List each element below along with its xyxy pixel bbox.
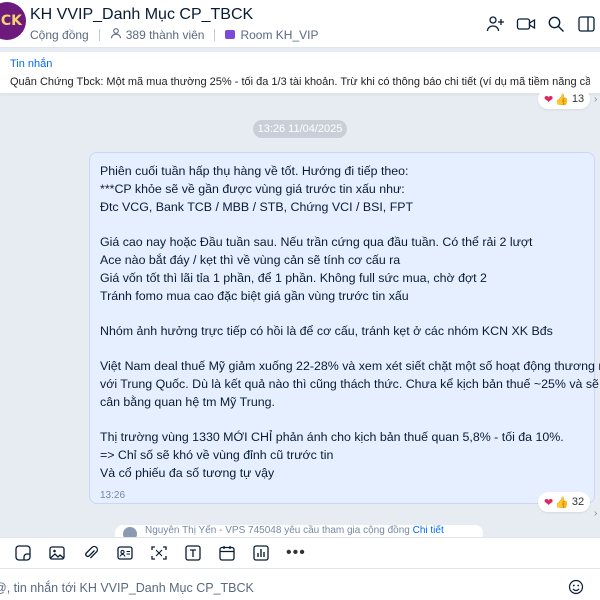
community-label: Cộng đồng — [30, 27, 89, 42]
user-icon — [110, 27, 122, 42]
group-avatar[interactable]: BCK — [0, 2, 26, 40]
message-line: Tránh fomo mua cao đặc biệt giá gần vùng… — [100, 289, 409, 303]
reminder-icon[interactable] — [218, 540, 252, 566]
member-count[interactable]: 389 thành viên — [126, 28, 205, 42]
timestamp-chip: 13:26 11/04/2025 — [253, 120, 347, 138]
message-line: Nhóm ảnh hưởng trực tiếp có hồi là để cơ… — [100, 324, 553, 338]
message-line: cân bằng quan hệ tm Mỹ Trung. — [100, 395, 275, 409]
pinned-text: Quân Chứng Tbck: Một mã mua thường 25% -… — [10, 76, 590, 88]
message-line: Giá cao nay hoặc Đầu tuần sau. Nếu trần … — [100, 235, 533, 249]
message-line: ***CP khỏe sẽ về gần được vùng giá trước… — [100, 182, 405, 196]
divider — [214, 28, 216, 41]
heart-icon: ❤ — [544, 496, 554, 509]
pinned-message-bar[interactable]: Tin nhắn Quân Chứng Tbck: Một mã mua thư… — [0, 52, 600, 94]
layout-icon[interactable] — [572, 10, 600, 38]
message-line: => Chỉ số sẽ khó về vùng đỉnh cũ trước t… — [100, 448, 334, 462]
message-line: Ace nào bắt đáy / kẹt thì về vùng cản sẽ… — [100, 253, 401, 267]
notice-text: yêu cầu tham gia cộng đồng — [284, 525, 410, 536]
video-call-icon[interactable] — [512, 10, 540, 38]
screenshot-icon[interactable] — [150, 540, 184, 566]
emoji-icon[interactable] — [568, 579, 584, 600]
message-time: 13:26 — [100, 490, 126, 501]
image-icon[interactable] — [48, 540, 82, 566]
chevron-right-icon[interactable]: › — [594, 94, 600, 105]
contact-card-icon[interactable] — [116, 540, 150, 566]
notice-sender: Nguyễn Thị Yến - VPS 745048 — [145, 525, 282, 536]
details-link[interactable]: Chi tiết — [413, 525, 444, 536]
tag-icon — [225, 30, 236, 39]
room-label[interactable]: Room KH_VIP — [240, 28, 318, 42]
message-line: Việt Nam deal thuế Mỹ giảm xuống 22-28% … — [100, 359, 600, 373]
message-line: Thị trường vùng 1330 MỚI CHỈ phản ánh ch… — [100, 430, 564, 444]
message-line: Giá vốn tốt thì lãi tỉa 1 phần, để 1 phầ… — [100, 271, 487, 285]
composer-toolbar: ••• — [0, 537, 600, 568]
message-line: Phiên cuối tuần hấp thụ hàng về tốt. Hướ… — [100, 164, 409, 178]
message-input[interactable]: @, tin nhắn tới KH VVIP_Danh Mục CP_TBCK — [0, 581, 254, 595]
poll-icon[interactable] — [252, 540, 286, 566]
header-actions — [480, 10, 600, 38]
attach-icon[interactable] — [82, 540, 116, 566]
more-icon[interactable]: ••• — [286, 540, 320, 566]
message-composer[interactable]: @, tin nhắn tới KH VVIP_Danh Mục CP_TBCK — [0, 568, 600, 600]
message-line: với Trung Quốc. Dù là kết quả nào thì cũ… — [100, 377, 600, 391]
pinned-label: Tin nhắn — [10, 58, 53, 70]
heart-icon: ❤ — [544, 93, 554, 106]
chat-header: BCK KH VVIP_Danh Mục CP_TBCK Cộng đồng 3… — [0, 0, 600, 48]
thumbs-up-icon: 👍 — [555, 93, 569, 106]
divider — [98, 28, 100, 41]
message-bubble[interactable]: Phiên cuối tuần hấp thụ hàng về tốt. Hướ… — [89, 152, 600, 504]
format-text-icon[interactable] — [184, 540, 218, 566]
sticker-icon[interactable] — [14, 540, 48, 566]
group-meta: Cộng đồng 389 thành viên Room KH_VIP — [30, 27, 318, 42]
message-line: Đtc VCG, Bank TCB / MBB / STB, Chứng VCI… — [100, 200, 414, 214]
chevron-right-icon[interactable]: › — [594, 508, 600, 519]
reaction-count: 13 — [571, 93, 585, 105]
reaction-pill[interactable]: ❤ 👍 13 — [538, 89, 591, 109]
group-title[interactable]: KH VVIP_Danh Mục CP_TBCK — [30, 6, 253, 24]
search-icon[interactable] — [542, 10, 570, 38]
reaction-count: 32 — [571, 496, 585, 508]
thumbs-up-icon: 👍 — [555, 496, 569, 509]
add-member-icon[interactable] — [482, 10, 510, 38]
reaction-pill[interactable]: ❤ 👍 32 — [538, 492, 591, 512]
message-line: Và cổ phiếu đa số tương tự vậy — [100, 466, 275, 480]
